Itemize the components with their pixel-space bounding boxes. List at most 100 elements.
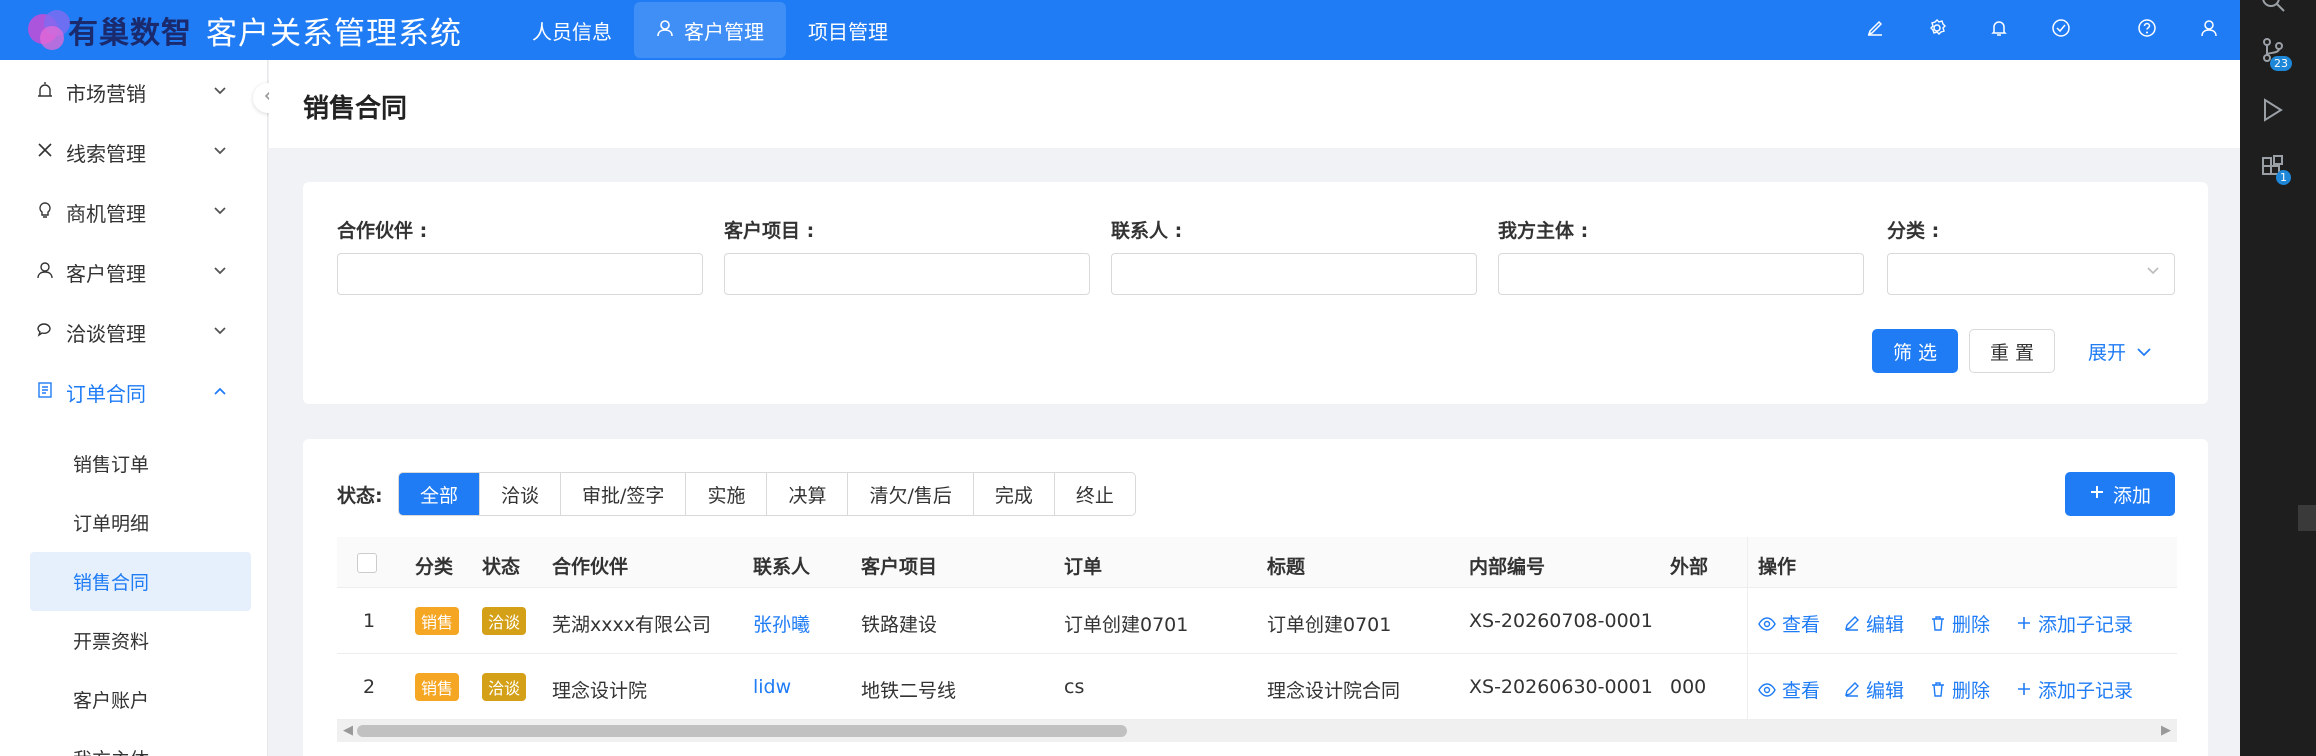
internal-no-cell: XS-20260630-0001 (1469, 676, 1653, 698)
scroll-left-icon[interactable]: ◀ (343, 723, 353, 738)
col-order: 订单 (1064, 556, 1103, 578)
trash-icon (1930, 614, 1946, 636)
status-tab-after-sales[interactable]: 清欠/售后 (848, 473, 974, 515)
delete-action[interactable]: 删除 (1930, 610, 1990, 637)
reset-button[interactable]: 重 置 (1969, 329, 2055, 373)
contact-input[interactable] (1111, 253, 1477, 295)
status-tag: 洽谈 (482, 607, 527, 635)
expand-link[interactable]: 展开 (2075, 329, 2165, 373)
chevron-down-icon (213, 84, 227, 100)
user-icon (656, 19, 674, 42)
help-icon[interactable] (2116, 18, 2178, 43)
check-circle-icon[interactable] (2030, 18, 2092, 43)
status-tab-approval[interactable]: 审批/签字 (561, 473, 687, 515)
contact-link[interactable]: lidw (753, 676, 791, 698)
header-tools (1844, 0, 2240, 60)
sidebar-item-opportunity[interactable]: 商机管理 (0, 182, 267, 242)
status-tag: 洽谈 (482, 673, 527, 701)
logo-text: 有巢数智 (68, 16, 192, 51)
delete-label: 删除 (1952, 614, 1991, 636)
partner-input[interactable] (337, 253, 703, 295)
sidebar-item-customer[interactable]: 客户管理 (0, 242, 267, 302)
col-internal-no: 内部编号 (1469, 556, 1546, 578)
sidebar-subitem-sales-contract[interactable]: 销售合同 (30, 552, 251, 611)
chevron-down-icon (2146, 264, 2160, 280)
status-tab-implementation[interactable]: 实施 (686, 473, 768, 515)
search-icon[interactable] (2256, 0, 2290, 20)
filter-label-entity: 我方主体 : (1498, 220, 1589, 242)
sidebar-subitem-sales-order[interactable]: 销售订单 (0, 434, 267, 493)
filter-label-partner: 合作伙伴 : (337, 220, 428, 242)
entity-input[interactable] (1498, 253, 1864, 295)
brush-icon[interactable] (1844, 18, 1906, 43)
sidebar-item-label: 洽谈管理 (66, 321, 146, 346)
filter-button[interactable]: 筛 选 (1872, 329, 1958, 373)
view-action[interactable]: 查看 (1758, 676, 1820, 703)
chat-icon (36, 321, 66, 344)
category-tag: 销售 (415, 673, 460, 701)
sidebar-item-leads[interactable]: 线索管理 (0, 122, 267, 182)
category-select[interactable] (1887, 253, 2175, 295)
table-row: 2 销售 洽谈 理念设计院 lidw 地铁二号线 cs 理念设计院合同 XS-2… (337, 654, 2177, 720)
add-child-action[interactable]: 添加子记录 (2016, 610, 2133, 637)
sidebar-subitem-order-detail[interactable]: 订单明细 (0, 493, 267, 552)
sidebar-item-marketing[interactable]: 市场营销 (0, 62, 267, 122)
x-icon (36, 141, 66, 164)
status-tab-settlement[interactable]: 决算 (767, 473, 849, 515)
order-cell: cs (1064, 676, 1085, 698)
chevron-down-icon (213, 144, 227, 160)
sidebar-subitem-customer-account[interactable]: 客户账户 (0, 670, 267, 729)
sidebar-item-negotiation[interactable]: 洽谈管理 (0, 302, 267, 362)
plus-icon (2016, 614, 2032, 636)
view-label: 查看 (1782, 614, 1821, 636)
scroll-right-icon[interactable]: ▶ (2161, 723, 2171, 738)
scrollbar-thumb[interactable] (357, 725, 1127, 737)
top-header: 有巢数智 客户关系管理系统 人员信息 客户管理 项目管理 (0, 0, 2240, 60)
filter-card: 合作伙伴 : 客户项目 : 联系人 : 我方主体 : 分类 : 筛 选 重 置 … (303, 182, 2208, 404)
chevron-down-icon (213, 324, 227, 340)
add-child-action[interactable]: 添加子记录 (2016, 676, 2133, 703)
topnav-item-personnel[interactable]: 人员信息 (510, 2, 634, 58)
add-button[interactable]: 添加 (2065, 472, 2175, 516)
logo: 有巢数智 客户关系管理系统 (22, 8, 462, 52)
sidebar-item-order-contract[interactable]: 订单合同 (0, 362, 267, 422)
status-tab-all[interactable]: 全部 (399, 473, 481, 515)
status-tab-terminated[interactable]: 终止 (1055, 473, 1135, 515)
delete-action[interactable]: 删除 (1930, 676, 1990, 703)
col-project: 客户项目 (861, 556, 938, 578)
eye-icon (1758, 680, 1776, 702)
status-tab-complete[interactable]: 完成 (974, 473, 1055, 515)
edit-label: 编辑 (1866, 680, 1905, 702)
table-card: 状态: 全部 洽谈 审批/签字 实施 决算 清欠/售后 完成 终止 添加 分类 … (303, 439, 2208, 756)
sidebar-subitem-our-entity[interactable]: 我方主体 (0, 729, 267, 756)
status-tab-negotiation[interactable]: 洽谈 (480, 473, 562, 515)
edit-action[interactable]: 编辑 (1844, 610, 1904, 637)
bell-icon[interactable] (1968, 18, 2030, 43)
topnav-item-project[interactable]: 项目管理 (786, 2, 910, 58)
title-cell: 订单创建0701 (1267, 614, 1392, 636)
gear-icon[interactable] (1906, 18, 1968, 43)
order-cell: 订单创建0701 (1064, 614, 1189, 636)
user-icon[interactable] (2178, 18, 2240, 43)
topnav-item-customer[interactable]: 客户管理 (634, 2, 786, 58)
view-action[interactable]: 查看 (1758, 610, 1820, 637)
plus-icon (2089, 483, 2105, 505)
table-header: 分类 状态 合作伙伴 联系人 客户项目 订单 标题 内部编号 外部 操作 (337, 537, 2177, 588)
add-label: 添加 (2112, 484, 2151, 507)
project-input[interactable] (724, 253, 1090, 295)
horizontal-scrollbar[interactable]: ◀ ▶ (337, 720, 2177, 742)
sidebar-subitem-invoice-info[interactable]: 开票资料 (0, 611, 267, 670)
run-debug-icon[interactable] (2256, 96, 2290, 130)
external-cell: 000 (1670, 676, 1707, 698)
project-cell: 地铁二号线 (861, 680, 957, 702)
contact-link[interactable]: 张孙曦 (753, 610, 810, 637)
select-all-checkbox[interactable] (357, 553, 377, 573)
eye-icon (1758, 614, 1776, 636)
view-label: 查看 (1782, 680, 1821, 702)
edit-action[interactable]: 编辑 (1844, 676, 1904, 703)
row-actions: 查看 编辑 删除 添加子记录 (1747, 654, 2177, 719)
logo-mark-icon (22, 8, 82, 52)
partner-cell: 理念设计院 (552, 680, 648, 702)
expand-label: 展开 (2087, 341, 2126, 364)
project-cell: 铁路建设 (861, 614, 938, 636)
